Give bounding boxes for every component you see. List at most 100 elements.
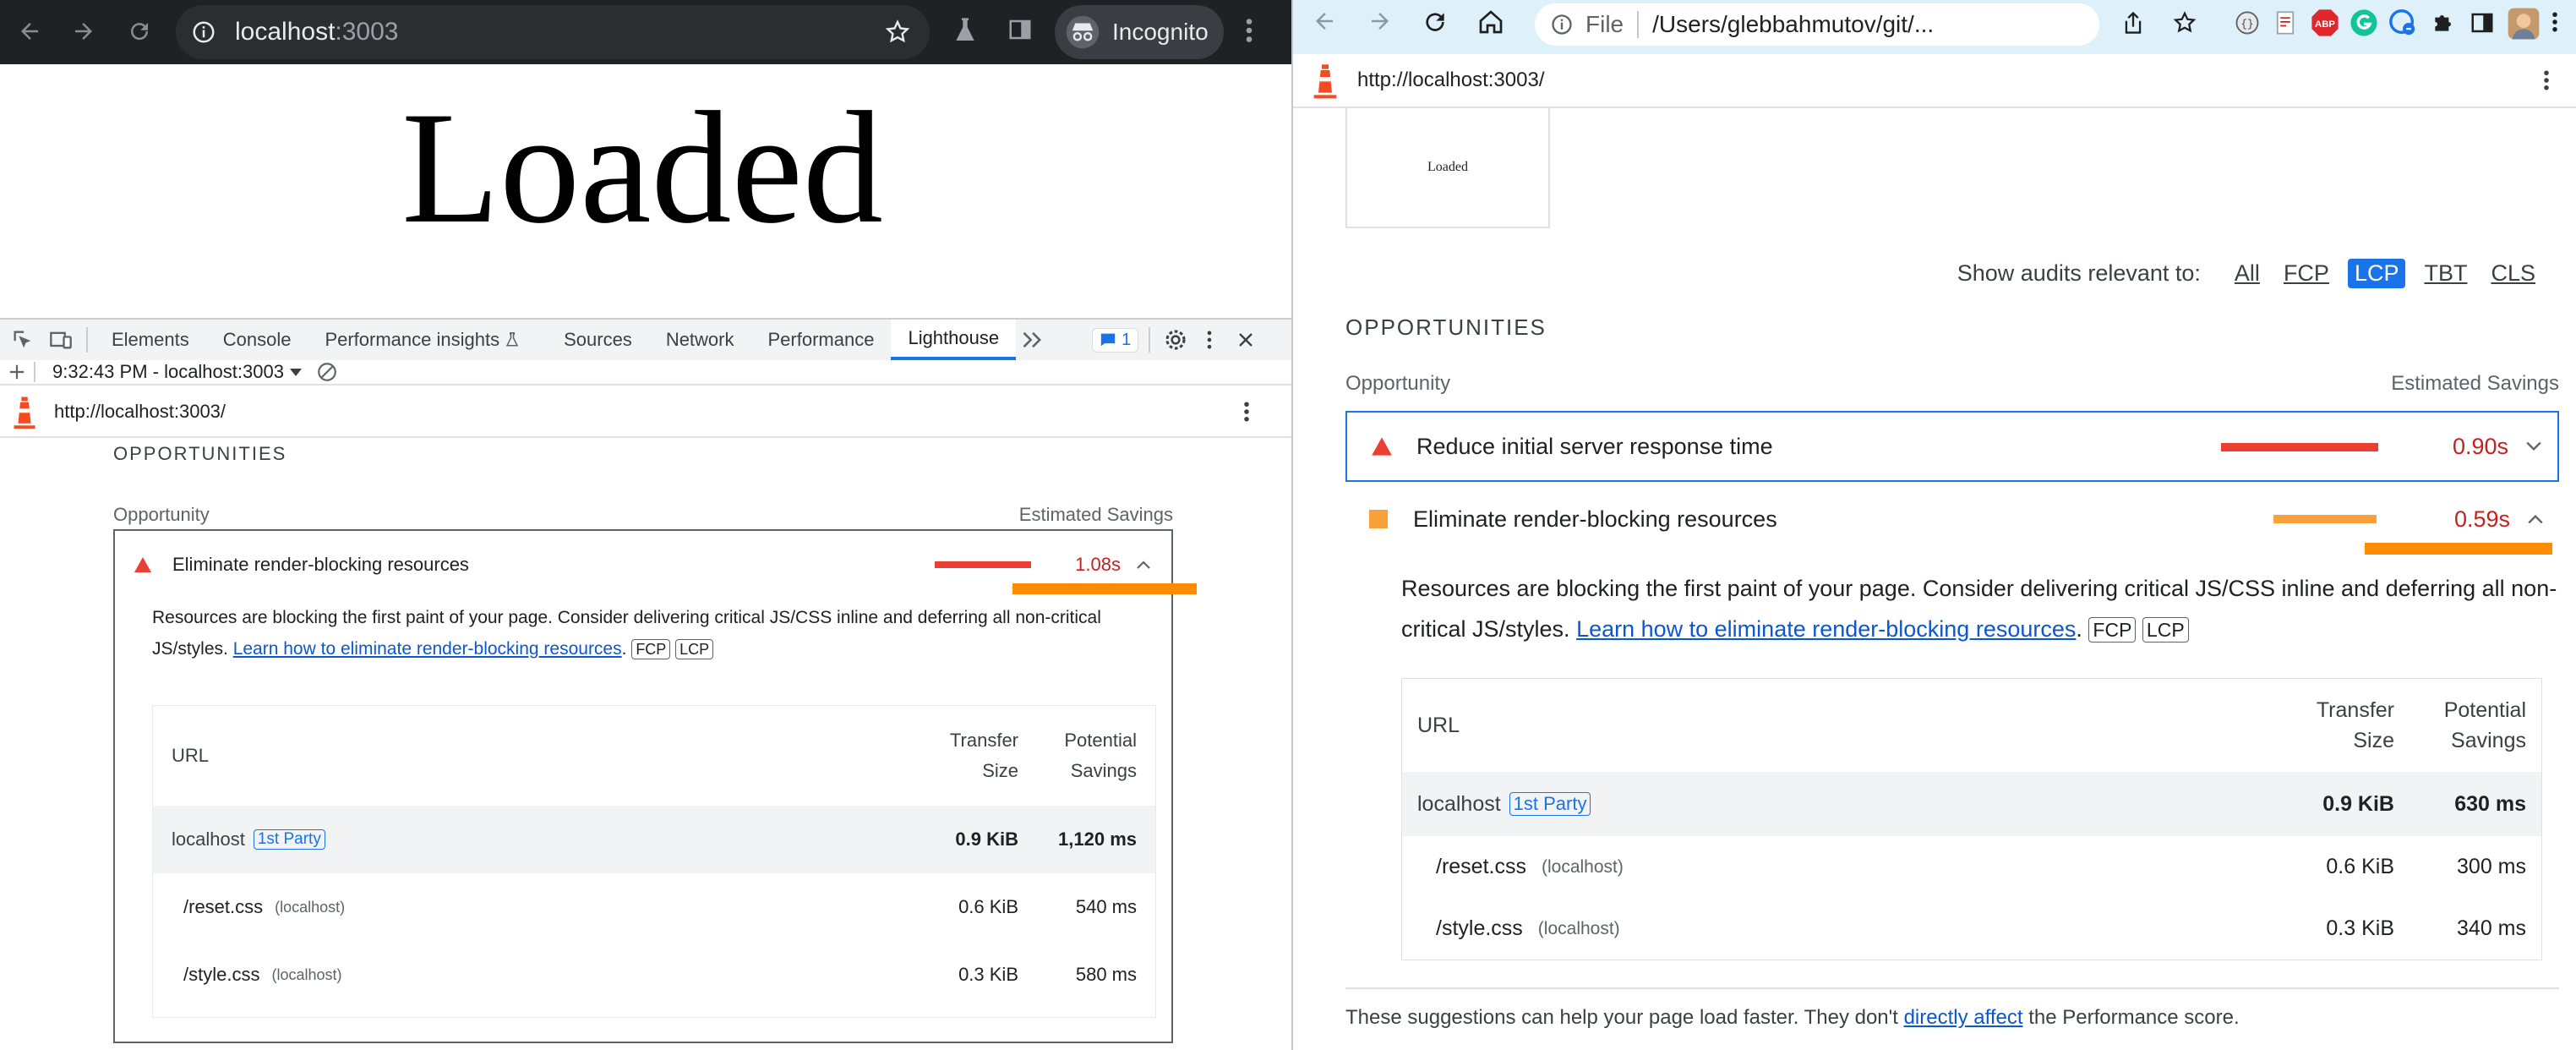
lighthouse-toolbar: 9:32:43 PM - localhost:3003 [0, 360, 1291, 386]
new-report-plus-icon[interactable] [0, 363, 34, 381]
inspect-element-icon[interactable] [3, 328, 42, 352]
chevron-down-icon[interactable] [2525, 440, 2542, 452]
audit-savings-value: 1.08s [1075, 554, 1121, 575]
url-port: :3003 [335, 18, 399, 46]
col-savings-label: Savings [1070, 760, 1137, 781]
share-icon[interactable] [2121, 10, 2145, 36]
forward-icon[interactable] [64, 12, 103, 51]
audit-savings-bar [2273, 515, 2377, 523]
extension-json-icon[interactable]: {} [2235, 10, 2260, 36]
address-bar[interactable]: localhost:3003 [176, 5, 930, 59]
menu-kebab-icon[interactable] [1242, 15, 1256, 46]
table-header-row: URL Transfer Size Potential Savings [1402, 679, 2541, 772]
table-row[interactable]: /style.css (localhost) 0.3 KiB 340 ms [1402, 898, 2541, 960]
col-estimated-savings: Estimated Savings [1018, 504, 1173, 525]
audit-savings-bar [2221, 443, 2378, 451]
chevron-up-icon[interactable] [2527, 513, 2544, 525]
tab-sources[interactable]: Sources [547, 320, 649, 360]
table-group-row[interactable]: localhost 1st Party 0.9 KiB 1,120 ms [153, 806, 1155, 873]
home-icon[interactable] [1477, 8, 1504, 36]
extension-document-icon[interactable] [2273, 10, 2297, 36]
labs-flask-icon[interactable] [952, 15, 979, 46]
thumbnail-text: Loaded [1427, 160, 1468, 174]
extensions-puzzle-icon[interactable] [2431, 8, 2458, 36]
reload-icon[interactable] [1422, 8, 1449, 36]
screenshot-thumbnail[interactable]: Loaded [1345, 108, 1550, 228]
site-info-icon[interactable] [1550, 13, 1574, 36]
adblock-plus-icon[interactable]: ABP [2311, 8, 2339, 37]
row-savings: 540 ms [1075, 896, 1137, 917]
row-origin: (localhost) [1541, 856, 1624, 877]
profile-avatar[interactable] [2507, 7, 2541, 41]
incognito-indicator[interactable]: Incognito [1055, 5, 1224, 59]
table-row[interactable]: /style.css (localhost) 0.3 KiB 580 ms [153, 941, 1155, 1009]
reload-icon[interactable] [120, 12, 159, 51]
filter-tbt[interactable]: TBT [2419, 259, 2472, 288]
grammarly-icon[interactable] [2350, 8, 2378, 37]
right-browser-window: File /Users/glebbahmutov/git/... {} ABP [1291, 0, 2576, 1050]
row-origin: (localhost) [275, 898, 346, 916]
more-tabs-icon[interactable] [1016, 330, 1050, 350]
back-icon[interactable] [10, 12, 49, 51]
metric-tag-lcp: LCP [2142, 617, 2189, 643]
filter-lcp[interactable]: LCP [2347, 259, 2406, 288]
group-savings: 1,120 ms [1058, 829, 1137, 850]
bookmark-star-icon[interactable] [884, 19, 911, 46]
resources-table: URL Transfer Size Potential Savings loca… [152, 705, 1156, 1018]
filter-fcp[interactable]: FCP [2279, 259, 2334, 288]
devtools-settings-gear-icon[interactable] [1160, 327, 1191, 353]
tab-elements[interactable]: Elements [95, 320, 206, 360]
device-toolbar-icon[interactable] [42, 328, 79, 352]
report-menu-kebab-icon[interactable] [2542, 67, 2551, 94]
col-size-label: Size [982, 760, 1018, 781]
tab-lighthouse[interactable]: Lighthouse [891, 320, 1017, 360]
file-path: /Users/glebbahmutov/git/... [1652, 11, 1935, 37]
report-selector[interactable]: 9:32:43 PM - localhost:3003 [52, 361, 303, 383]
learn-more-link[interactable]: Learn how to eliminate render-blocking r… [233, 639, 622, 659]
tab-network[interactable]: Network [649, 320, 751, 360]
highlight-underline-annotation [1012, 583, 1197, 594]
audit-title: Reduce initial server response time [1416, 433, 1773, 459]
row-savings: 340 ms [2457, 916, 2526, 940]
devtools-close-icon[interactable] [1228, 330, 1263, 350]
devtools-menu-kebab-icon[interactable] [1191, 328, 1228, 352]
issues-badge[interactable]: 1 [1092, 327, 1139, 353]
side-panel-icon[interactable] [1007, 17, 1033, 42]
filter-all[interactable]: All [2229, 259, 2265, 288]
report-header: http://localhost:3003/ [0, 387, 1291, 438]
clear-reports-icon[interactable] [316, 361, 338, 383]
metric-tag-fcp: FCP [631, 639, 671, 659]
group-savings: 630 ms [2454, 791, 2526, 816]
group-host: localhost [172, 829, 245, 850]
address-bar[interactable]: File /Users/glebbahmutov/git/... [1535, 3, 2099, 46]
opportunity-column-headers: Opportunity Estimated Savings [113, 504, 1173, 526]
issues-message-icon [1100, 333, 1116, 347]
report-menu-kebab-icon[interactable] [1242, 399, 1251, 424]
back-icon[interactable] [1312, 8, 1337, 34]
table-row[interactable]: /reset.css (localhost) 0.6 KiB 300 ms [1402, 836, 2541, 898]
first-party-badge: 1st Party [1509, 792, 1591, 816]
table-group-row[interactable]: localhost 1st Party 0.9 KiB 630 ms [1402, 772, 2541, 836]
tab-performance[interactable]: Performance [751, 320, 892, 360]
row-savings: 300 ms [2457, 855, 2526, 878]
directly-affect-link[interactable]: directly affect [1904, 1006, 2023, 1029]
audit-row-server-response[interactable]: Reduce initial server response time 0.90… [1345, 411, 2559, 482]
forward-icon[interactable] [1367, 8, 1393, 34]
page-heading: Loaded [401, 79, 883, 257]
row-size: 0.3 KiB [958, 964, 1018, 985]
audit-card: Eliminate render-blocking resources 1.08… [113, 529, 1173, 1043]
first-party-badge: 1st Party [253, 829, 325, 850]
side-panel-icon[interactable] [2470, 10, 2495, 36]
menu-kebab-icon[interactable] [2551, 8, 2559, 36]
tab-console[interactable]: Console [206, 320, 308, 360]
site-info-icon[interactable] [191, 19, 216, 45]
learn-more-link[interactable]: Learn how to eliminate render-blocking r… [1576, 616, 2076, 642]
chevron-up-icon[interactable] [1136, 560, 1151, 570]
tab-performance-insights[interactable]: Performance insights [308, 320, 537, 360]
table-row[interactable]: /reset.css (localhost) 0.6 KiB 540 ms [153, 873, 1155, 941]
metric-filter: Show audits relevant to: All FCP LCP TBT… [1293, 259, 2541, 288]
extension-vpn-icon[interactable] [2388, 8, 2417, 37]
bookmark-star-icon[interactable] [2172, 10, 2197, 36]
filter-cls[interactable]: CLS [2486, 259, 2541, 288]
footer-text-after: the Performance score. [2028, 1006, 2240, 1029]
